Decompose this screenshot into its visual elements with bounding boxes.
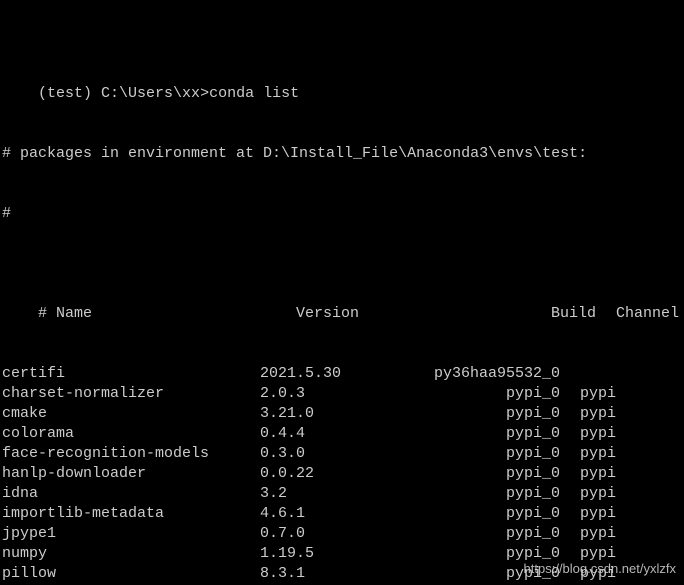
- pkg-version: 4.6.1: [260, 504, 420, 524]
- table-row: importlib-metadata4.6.1pypi_0pypi: [2, 504, 684, 524]
- table-header: # NameVersionBuildChannel: [2, 284, 684, 304]
- pkg-channel: pypi: [580, 464, 640, 484]
- prompt-command: conda list: [209, 85, 299, 102]
- pkg-version: 2.0.3: [260, 384, 420, 404]
- pkg-version: 0.3.0: [260, 444, 420, 464]
- env-header-comment: # packages in environment at D:\Install_…: [2, 144, 684, 164]
- terminal-output[interactable]: (test) C:\Users\xx>conda list # packages…: [0, 0, 684, 585]
- pkg-build: pypi_0: [420, 524, 580, 544]
- pkg-version: 1.19.5: [260, 544, 420, 564]
- pkg-channel: pypi: [580, 524, 640, 544]
- pkg-build: pypi_0: [420, 464, 580, 484]
- table-row: colorama0.4.4pypi_0pypi: [2, 424, 684, 444]
- table-row: jpype10.7.0pypi_0pypi: [2, 524, 684, 544]
- pkg-name: cmake: [2, 404, 260, 424]
- pkg-channel: pypi: [580, 384, 640, 404]
- pkg-version: 2021.5.30: [260, 364, 420, 384]
- pkg-channel: pypi: [580, 484, 640, 504]
- pkg-name: importlib-metadata: [2, 504, 260, 524]
- pkg-version: 0.7.0: [260, 524, 420, 544]
- header-version: Version: [296, 304, 456, 324]
- pkg-name: colorama: [2, 424, 260, 444]
- env-header-comment-2: #: [2, 204, 684, 224]
- pkg-build: pypi_0: [420, 424, 580, 444]
- pkg-channel: pypi: [580, 444, 640, 464]
- pkg-version: 0.0.22: [260, 464, 420, 484]
- pkg-name: hanlp-downloader: [2, 464, 260, 484]
- table-row: cmake3.21.0pypi_0pypi: [2, 404, 684, 424]
- pkg-name: idna: [2, 484, 260, 504]
- table-row: charset-normalizer2.0.3pypi_0pypi: [2, 384, 684, 404]
- header-name: # Name: [38, 304, 296, 324]
- prompt-path: C:\Users\xx>: [101, 85, 209, 102]
- pkg-version: 8.3.1: [260, 564, 420, 584]
- pkg-build: pypi_0: [420, 384, 580, 404]
- pkg-version: 3.2: [260, 484, 420, 504]
- table-row: hanlp-downloader0.0.22pypi_0pypi: [2, 464, 684, 484]
- table-row: face-recognition-models0.3.0pypi_0pypi: [2, 444, 684, 464]
- pkg-name: numpy: [2, 544, 260, 564]
- header-channel: Channel: [616, 304, 684, 324]
- pkg-name: pillow: [2, 564, 260, 584]
- package-list: certifi2021.5.30py36haa95532_0charset-no…: [2, 364, 684, 585]
- watermark-text: https://blog.csdn.net/yxlzfx: [524, 559, 676, 579]
- table-row: certifi2021.5.30py36haa95532_0: [2, 364, 684, 384]
- pkg-version: 0.4.4: [260, 424, 420, 444]
- pkg-channel: pypi: [580, 504, 640, 524]
- header-build: Build: [456, 304, 616, 324]
- pkg-build: pypi_0: [420, 444, 580, 464]
- pkg-channel: pypi: [580, 404, 640, 424]
- pkg-name: jpype1: [2, 524, 260, 544]
- pkg-build: py36haa95532_0: [420, 364, 580, 384]
- pkg-name: charset-normalizer: [2, 384, 260, 404]
- pkg-build: pypi_0: [420, 484, 580, 504]
- pkg-build: pypi_0: [420, 404, 580, 424]
- pkg-channel: pypi: [580, 424, 640, 444]
- prompt-env: (test): [38, 85, 92, 102]
- pkg-name: certifi: [2, 364, 260, 384]
- prompt-line: (test) C:\Users\xx>conda list: [2, 64, 684, 84]
- pkg-build: pypi_0: [420, 504, 580, 524]
- pkg-name: face-recognition-models: [2, 444, 260, 464]
- pkg-version: 3.21.0: [260, 404, 420, 424]
- table-row: idna3.2pypi_0pypi: [2, 484, 684, 504]
